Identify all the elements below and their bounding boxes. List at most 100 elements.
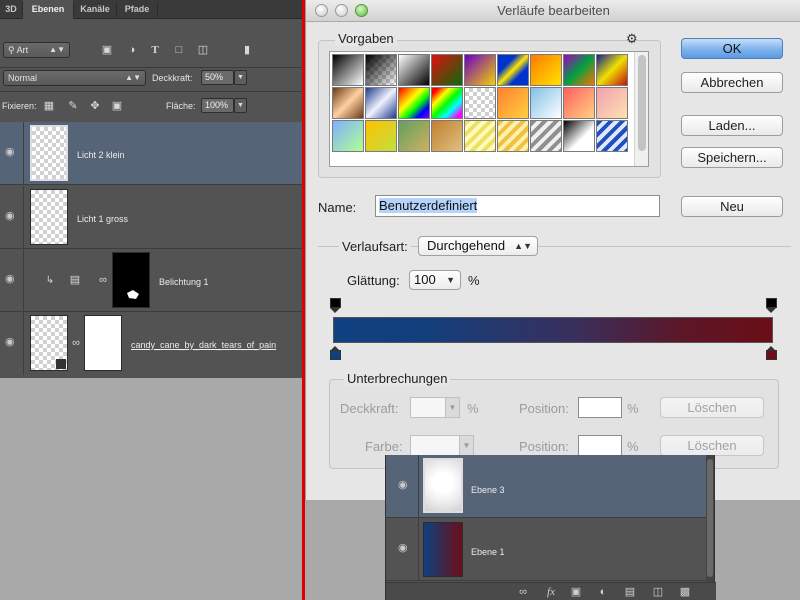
- gradient-preset-swatch[interactable]: [431, 120, 463, 152]
- gradient-preset-swatch[interactable]: [464, 54, 496, 86]
- gradient-type-dropdown[interactable]: Durchgehend ▲▼: [418, 236, 538, 256]
- adjustment-filter-icon[interactable]: ◑: [125, 43, 139, 57]
- link-layers-icon[interactable]: ∞: [516, 585, 530, 599]
- layer-row[interactable]: ◉ ∞ candy_cane_by_dark_tears_of_pain: [0, 312, 302, 376]
- layer-row[interactable]: ◉ Ebene 3: [386, 455, 708, 518]
- gradient-preset-swatch[interactable]: [365, 120, 397, 152]
- layers-scrollbar[interactable]: [706, 455, 714, 582]
- stop-color-swatch[interactable]: ▼: [410, 435, 474, 456]
- fill-label: Fläche:: [166, 101, 196, 111]
- chain-link-icon[interactable]: ∞: [69, 336, 83, 350]
- eye-icon[interactable]: ◉: [398, 543, 412, 554]
- lock-brush-icon[interactable]: ✎: [66, 99, 80, 113]
- trash-icon[interactable]: ▩: [678, 585, 692, 599]
- lock-move-icon[interactable]: ✥: [88, 99, 102, 113]
- fill-arrow-icon[interactable]: ▼: [234, 98, 247, 113]
- new-button[interactable]: Neu: [681, 196, 783, 217]
- color-stop-left[interactable]: [330, 346, 341, 360]
- fill-input[interactable]: 100% ▼: [201, 98, 247, 113]
- gradient-preset-swatch[interactable]: [497, 54, 529, 86]
- layers-bottom-toolbar: ∞ fx ▣ ◐ ▤ ◫ ▩: [386, 582, 716, 600]
- gradient-preset-swatch[interactable]: [563, 120, 595, 152]
- stop-position-input-2[interactable]: [578, 435, 622, 456]
- filter-toggle-icon[interactable]: ▮: [240, 43, 254, 57]
- opacity-input[interactable]: 50% ▼: [201, 70, 247, 85]
- layer-thumbnail: [423, 522, 463, 577]
- opacity-stop-right[interactable]: [766, 298, 777, 313]
- eye-icon[interactable]: ◉: [5, 211, 19, 222]
- lock-all-icon[interactable]: ▣: [110, 99, 124, 113]
- gradient-preset-swatch[interactable]: [596, 87, 628, 119]
- exposure-adjustment-icon: ▤: [69, 274, 81, 286]
- clip-arrow-icon: ↳: [45, 275, 55, 286]
- gradient-preset-swatch[interactable]: [596, 54, 628, 86]
- blend-mode-dropdown[interactable]: Normal ▲▼: [3, 70, 146, 86]
- gradient-preset-swatch[interactable]: [398, 54, 430, 86]
- eye-icon[interactable]: ◉: [5, 147, 19, 158]
- layer-row[interactable]: ◉ Licht 2 klein: [0, 122, 302, 185]
- new-layer-icon[interactable]: ◫: [651, 585, 665, 599]
- opacity-stop-left[interactable]: [330, 298, 341, 313]
- group-folder-icon[interactable]: ▤: [623, 585, 637, 599]
- chain-link-icon[interactable]: ∞: [96, 273, 110, 287]
- layer-row[interactable]: ◉ ↳ ▤ ∞ Belichtung 1: [0, 249, 302, 312]
- gradient-preset-swatch[interactable]: [431, 54, 463, 86]
- lock-transparency-icon[interactable]: ▦: [42, 99, 56, 113]
- chevron-down-icon: ▼: [446, 275, 455, 285]
- chevron-updown-icon: ▲▼: [514, 241, 532, 251]
- gradient-preset-swatch[interactable]: [365, 54, 397, 86]
- text-filter-icon[interactable]: T: [148, 43, 162, 57]
- tab-kanaele[interactable]: Kanäle: [74, 0, 116, 19]
- smoothness-input[interactable]: 100 ▼: [409, 270, 461, 290]
- gradient-preset-swatch[interactable]: [596, 120, 628, 152]
- tab-pfade[interactable]: Pfade: [117, 0, 157, 19]
- gradient-preset-swatch[interactable]: [398, 120, 430, 152]
- load-button[interactable]: Laden...: [681, 115, 783, 136]
- gradient-preset-swatch[interactable]: [332, 54, 364, 86]
- mask-icon[interactable]: ▣: [569, 585, 583, 599]
- gradient-preset-swatch[interactable]: [530, 87, 562, 119]
- adjustment-layer-icon[interactable]: ◐: [596, 585, 610, 599]
- smoothness-value: 100: [414, 272, 436, 287]
- delete-color-stop-button[interactable]: Löschen: [660, 435, 764, 456]
- gradient-preset-swatch[interactable]: [497, 87, 529, 119]
- gradient-preset-swatch[interactable]: [365, 87, 397, 119]
- gradient-preset-swatch[interactable]: [332, 120, 364, 152]
- eye-icon[interactable]: ◉: [5, 274, 19, 285]
- eye-icon[interactable]: ◉: [5, 337, 19, 348]
- tab-3d[interactable]: 3D: [0, 0, 22, 19]
- gradient-preset-swatch[interactable]: [464, 87, 496, 119]
- smart-object-filter-icon[interactable]: ◫: [196, 43, 210, 57]
- gradient-preset-swatch[interactable]: [563, 87, 595, 119]
- gear-icon[interactable]: ⚙: [626, 31, 638, 47]
- save-button[interactable]: Speichern...: [681, 147, 783, 168]
- gradient-preview-bar[interactable]: [333, 317, 773, 343]
- gradient-preset-swatch[interactable]: [530, 120, 562, 152]
- opacity-arrow-icon[interactable]: ▼: [234, 70, 247, 85]
- shape-filter-icon[interactable]: □: [172, 43, 186, 57]
- gradient-preset-swatch[interactable]: [431, 87, 463, 119]
- preset-grid: [330, 52, 635, 166]
- gradient-preset-swatch[interactable]: [563, 54, 595, 86]
- gradient-preset-swatch[interactable]: [332, 87, 364, 119]
- image-filter-icon[interactable]: ▣: [100, 43, 114, 57]
- gradient-preset-swatch[interactable]: [497, 120, 529, 152]
- gradient-preset-swatch[interactable]: [398, 87, 430, 119]
- layer-row[interactable]: ◉ Ebene 1: [386, 518, 708, 581]
- name-input[interactable]: Benutzerdefiniert: [375, 195, 660, 217]
- delete-opacity-stop-button[interactable]: Löschen: [660, 397, 764, 418]
- layer-row[interactable]: ◉ Licht 1 gross: [0, 186, 302, 249]
- eye-icon[interactable]: ◉: [398, 480, 412, 491]
- filter-kind-dropdown[interactable]: ⚲ Art ▲▼: [3, 42, 70, 58]
- ok-button[interactable]: OK: [681, 38, 783, 59]
- gradient-preset-swatch[interactable]: [530, 54, 562, 86]
- color-stop-right[interactable]: [766, 346, 777, 360]
- gradient-preset-swatch[interactable]: [464, 120, 496, 152]
- fx-icon[interactable]: fx: [544, 585, 558, 599]
- mask-shape-icon: [127, 290, 139, 299]
- stop-opacity-input[interactable]: ▼: [410, 397, 460, 418]
- tab-ebenen[interactable]: Ebenen: [23, 0, 73, 19]
- stop-position-input-1[interactable]: [578, 397, 622, 418]
- cancel-button[interactable]: Abbrechen: [681, 72, 783, 93]
- preset-scrollbar[interactable]: [634, 52, 648, 166]
